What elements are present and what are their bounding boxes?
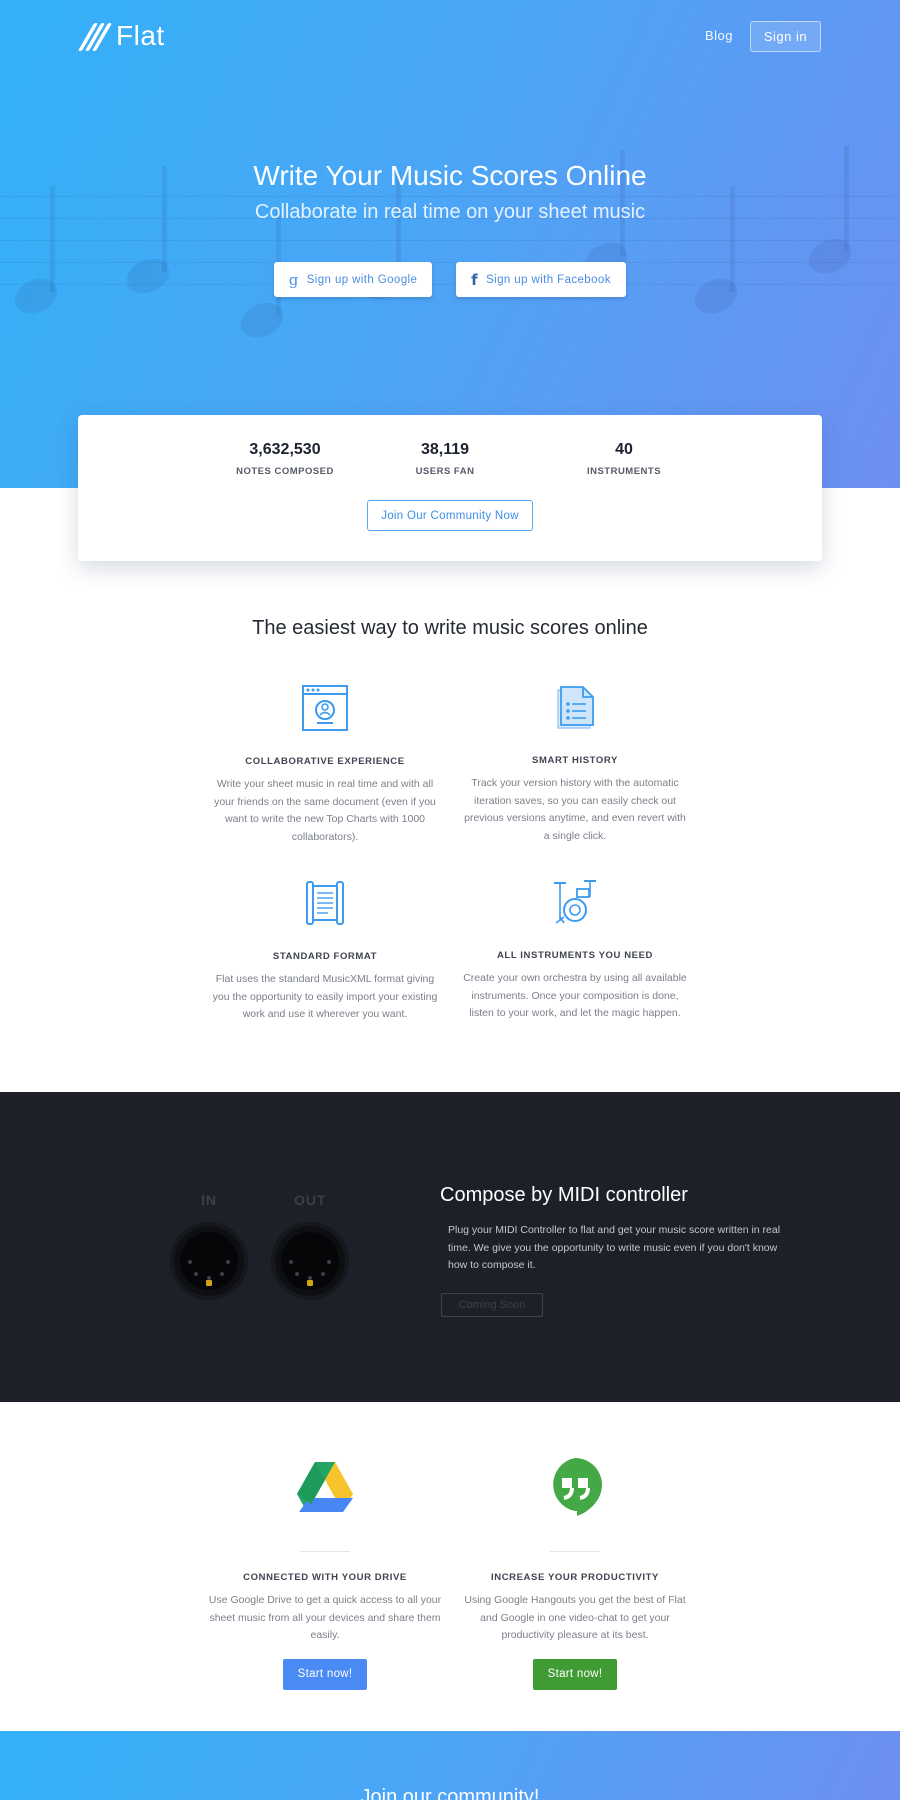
brand-name: Flat: [116, 20, 165, 51]
integration-google-drive: CONNECTED WITH YOUR DRIVE Use Google Dri…: [205, 1456, 445, 1690]
brand-logo[interactable]: Flat: [77, 20, 165, 52]
scroll-format-icon: [306, 881, 344, 925]
sign-up-google-button[interactable]: g Sign up with Google: [274, 262, 432, 297]
sign-up-facebook-button[interactable]: f Sign up with Facebook: [456, 262, 626, 297]
midi-out-label: OUT: [294, 1192, 327, 1208]
collaboration-window-icon: [302, 685, 348, 731]
stat-value: 40: [615, 441, 633, 458]
feature-description: Track your version history with the auto…: [464, 777, 686, 842]
feature-description: Create your own orchestra by using all a…: [463, 972, 687, 1019]
stat-value: 3,632,530: [249, 441, 321, 458]
google-hangouts-icon: [553, 1458, 602, 1516]
join-community-button[interactable]: Join Our Community Now: [367, 500, 533, 531]
stat-users-fan: 38,119 USERS FAN: [365, 441, 525, 477]
feature-description: Flat uses the standard MusicXML format g…: [212, 973, 438, 1020]
hero-title: Write Your Music Scores Online: [253, 160, 647, 191]
stat-instruments: 40 INSTRUMENTS: [544, 441, 704, 477]
integration-description: Using Google Hangouts you get the best o…: [464, 1594, 686, 1641]
google-icon: g: [288, 270, 299, 289]
nav-blog-link[interactable]: Blog: [705, 28, 733, 43]
feature-title: ALL INSTRUMENTS YOU NEED: [496, 950, 654, 961]
staff-line: [0, 262, 900, 263]
midi-in-port-icon: [170, 1222, 248, 1300]
stat-value: 38,119: [420, 441, 470, 458]
feature-description: Write your sheet music in real time and …: [214, 778, 436, 843]
stat-label: INSTRUMENTS: [586, 466, 662, 477]
features-title: The easiest way to write music scores on…: [252, 617, 648, 639]
google-drive-icon: [297, 1462, 353, 1512]
section-divider: [550, 1551, 600, 1552]
integration-title: INCREASE YOUR PRODUCTIVITY: [491, 1572, 659, 1583]
midi-in-label: IN: [201, 1192, 217, 1208]
feature-title: COLLABORATIVE EXPERIENCE: [245, 756, 405, 767]
feature-all-instruments: ALL INSTRUMENTS YOU NEED Create your own…: [460, 877, 690, 1023]
midi-out-port-icon: [271, 1222, 349, 1300]
start-now-hangouts-button[interactable]: Start now!: [533, 1658, 617, 1690]
drum-kit-icon: [554, 880, 596, 924]
feature-title: SMART HISTORY: [532, 755, 618, 766]
coming-soon-button[interactable]: Coming Soon: [441, 1293, 543, 1317]
feature-title: STANDARD FORMAT: [272, 951, 378, 962]
staff-line: [0, 240, 900, 241]
integration-google-hangouts: INCREASE YOUR PRODUCTIVITY Using Google …: [455, 1456, 695, 1690]
sign-in-button[interactable]: Sign in: [750, 21, 821, 52]
history-document-icon: [557, 686, 594, 729]
facebook-icon: f: [471, 270, 479, 289]
hero-subtitle: Collaborate in real time on your sheet m…: [254, 201, 646, 223]
feature-collaborative: COLLABORATIVE EXPERIENCE Write your shee…: [210, 683, 440, 846]
flat-logo-icon: [77, 21, 113, 51]
midi-section: IN OUT Compose by MIDI controller Plug y…: [0, 1092, 900, 1402]
feature-smart-history: SMART HISTORY Track your version history…: [460, 682, 690, 845]
stat-label: NOTES COMPOSED: [236, 466, 334, 477]
midi-title: Compose by MIDI controller: [440, 1184, 688, 1206]
start-now-drive-button[interactable]: Start now!: [283, 1658, 367, 1690]
community-title: Join our community!: [360, 1786, 540, 1800]
sign-up-google-label: Sign up with Google: [306, 273, 418, 286]
feature-standard-format: STANDARD FORMAT Flat uses the standard M…: [210, 878, 440, 1024]
integration-title: CONNECTED WITH YOUR DRIVE: [243, 1572, 407, 1583]
sign-up-facebook-label: Sign up with Facebook: [486, 273, 611, 286]
integration-description: Use Google Drive to get a quick access t…: [208, 1594, 442, 1641]
stats-card: 3,632,530 NOTES COMPOSED 38,119 USERS FA…: [78, 415, 822, 561]
community-section: Join our community!: [0, 1731, 900, 1800]
stat-label: USERS FAN: [415, 466, 475, 477]
stat-notes-composed: 3,632,530 NOTES COMPOSED: [205, 441, 365, 477]
section-divider: [300, 1551, 350, 1552]
midi-description: Plug your MIDI Controller to flat and ge…: [448, 1224, 781, 1271]
staff-line: [0, 196, 900, 197]
